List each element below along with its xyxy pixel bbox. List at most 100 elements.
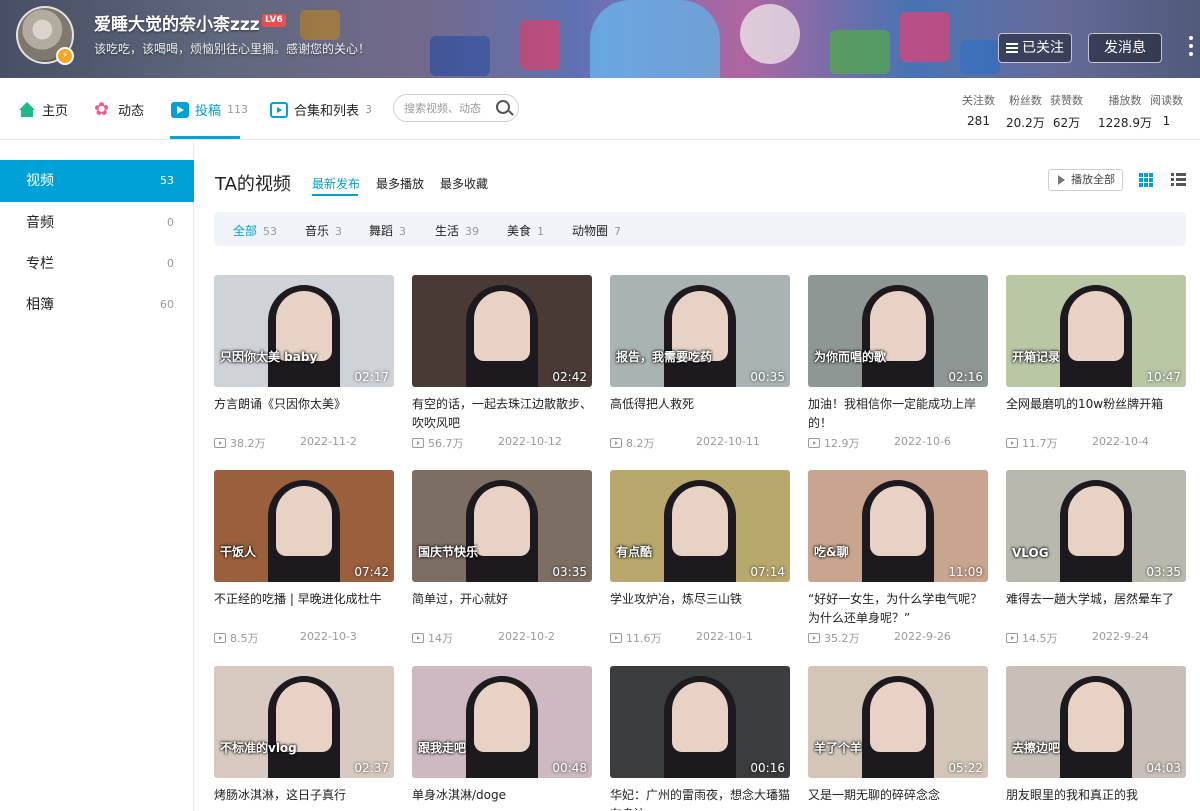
video-duration: 02:37 (354, 761, 389, 775)
video-title[interactable]: 烤肠冰淇淋，这日子真行 (214, 786, 394, 810)
video-upload-icon (171, 101, 189, 118)
video-title[interactable]: “好好一女生，为什么学电气呢？为什么还单身呢？” (808, 590, 988, 628)
tab-dynamic[interactable]: ✿ 动态 (94, 100, 144, 119)
followed-button[interactable]: 已关注 (998, 33, 1072, 63)
video-thumbnail[interactable]: 为你而唱的歌 02:16 (808, 275, 988, 387)
video-thumbnail[interactable]: 国庆节快乐 03:35 (412, 470, 592, 582)
collection-icon (270, 101, 288, 118)
verified-bolt-icon: ⚡ (56, 47, 74, 65)
video-title[interactable]: 又是一期无聊的碎碎念念 (808, 786, 988, 810)
video-title[interactable]: 全网最磨叽的10w粉丝牌开箱 (1006, 395, 1186, 433)
sidebar: 视频 53 音频 0 专栏 0 相簿 60 (0, 142, 194, 811)
play-count: 35.2万 (824, 632, 860, 645)
more-options-icon[interactable] (1188, 36, 1194, 60)
tab-uploads[interactable]: 投稿 113 (171, 100, 248, 119)
video-thumbnail[interactable]: 02:42 (412, 275, 592, 387)
tab-home[interactable]: 主页 (18, 100, 68, 119)
video-title[interactable]: 有空的话，一起去珠江边散散步、吹吹风吧 (412, 395, 592, 433)
play-count-icon (214, 633, 226, 643)
video-thumbnail[interactable]: 有点酷 07:14 (610, 470, 790, 582)
video-thumbnail[interactable]: 吃&聊 11:09 (808, 470, 988, 582)
video-title[interactable]: 单身冰淇淋/doge (412, 786, 592, 810)
video-card[interactable]: 去擦边吧 04:03 朋友眼里的我和真正的我 (1006, 666, 1186, 810)
search-input[interactable] (404, 100, 496, 116)
filter-life[interactable]: 生活 39 (435, 222, 479, 239)
search-icon[interactable] (496, 100, 510, 114)
video-meta: 14万 2022-10-2 (412, 630, 592, 646)
video-thumbnail[interactable]: 跟我走吧 00:48 (412, 666, 592, 778)
sidebar-item-album[interactable]: 相簿 60 (0, 284, 194, 326)
video-title[interactable]: 朋友眼里的我和真正的我 (1006, 786, 1186, 810)
filter-all[interactable]: 全部 53 (233, 222, 277, 239)
username: 爱睡大觉的奈小柰zzz (94, 15, 260, 35)
video-title[interactable]: 华妃：广州的雷雨夜，想念大璠猫在身边 (610, 786, 790, 810)
video-card[interactable]: 有点酷 07:14 学业攻炉冶，炼尽三山铁 11.6万 2022-10-1 (610, 470, 790, 646)
signature: 该吃吃，该喝喝，烦恼别往心里搁。感谢您的关心！ (94, 42, 371, 56)
thumbnail-caption: 报告，我需要吃药 (616, 350, 713, 364)
video-meta: 38.2万 2022-11-2 (214, 435, 394, 451)
video-card[interactable]: 国庆节快乐 03:35 简单过，开心就好 14万 2022-10-2 (412, 470, 592, 646)
video-card[interactable]: 跟我走吧 00:48 单身冰淇淋/doge (412, 666, 592, 810)
send-message-button[interactable]: 发消息 (1088, 33, 1162, 63)
filter-animals[interactable]: 动物圈 7 (572, 222, 621, 239)
video-card[interactable]: VLOG 03:35 难得去一趟大学城，居然晕车了 14.5万 2022-9-24 (1006, 470, 1186, 646)
list-view-icon[interactable] (1171, 173, 1186, 187)
video-thumbnail[interactable]: 只因你太美 baby 02:17 (214, 275, 394, 387)
play-count-icon (610, 633, 622, 643)
filter-music[interactable]: 音乐 3 (305, 222, 342, 239)
thumbnail-caption: 不标准的vlog (220, 741, 297, 755)
video-thumbnail[interactable]: 羊了个羊 05:22 (808, 666, 988, 778)
video-thumbnail[interactable]: 不标准的vlog 02:37 (214, 666, 394, 778)
play-count: 38.2万 (230, 437, 266, 450)
video-thumbnail[interactable]: 开箱记录 10:47 (1006, 275, 1186, 387)
video-thumbnail[interactable]: 干饭人 07:42 (214, 470, 394, 582)
video-card[interactable]: 干饭人 07:42 不正经的吃播 | 早晚进化成杜牛 8.5万 2022-10-3 (214, 470, 394, 646)
video-title[interactable]: 方言朗诵《只因你太美》 (214, 395, 394, 433)
video-title[interactable]: 简单过，开心就好 (412, 590, 592, 628)
video-meta: 14.5万 2022-9-24 (1006, 630, 1186, 646)
filter-dance[interactable]: 舞蹈 3 (369, 222, 406, 239)
sort-most-played[interactable]: 最多播放 (376, 175, 424, 192)
video-card[interactable]: 为你而唱的歌 02:16 加油！我相信你一定能成功上岸的！ 12.9万 2022-10-… (808, 275, 988, 451)
stat-following[interactable]: 关注数 281 (962, 92, 995, 128)
active-sort-indicator (312, 194, 358, 196)
play-all-button[interactable]: 播放全部 (1048, 169, 1123, 191)
search-box[interactable] (393, 94, 519, 122)
video-card[interactable]: 只因你太美 baby 02:17 方言朗诵《只因你太美》 38.2万 2022-11-2 (214, 275, 394, 451)
page-title: TA的视频 (215, 174, 291, 195)
video-duration: 02:42 (552, 370, 587, 384)
video-title[interactable]: 学业攻炉冶，炼尽三山铁 (610, 590, 790, 628)
video-title[interactable]: 高低得把人救死 (610, 395, 790, 433)
video-title[interactable]: 不正经的吃播 | 早晚进化成杜牛 (214, 590, 394, 628)
sidebar-item-audio[interactable]: 音频 0 (0, 202, 194, 244)
video-card[interactable]: 吃&聊 11:09 “好好一女生，为什么学电气呢？为什么还单身呢？” 35.2万 202… (808, 470, 988, 646)
video-thumbnail[interactable]: 报告，我需要吃药 00:35 (610, 275, 790, 387)
stat-fans[interactable]: 粉丝数 20.2万 (1006, 92, 1045, 131)
sidebar-item-column[interactable]: 专栏 0 (0, 243, 194, 285)
video-card[interactable]: 报告，我需要吃药 00:35 高低得把人救死 8.2万 2022-10-11 (610, 275, 790, 451)
home-icon (18, 101, 36, 118)
video-duration: 02:16 (948, 370, 983, 384)
sidebar-item-video[interactable]: 视频 53 (0, 160, 194, 202)
video-duration: 03:35 (1146, 565, 1181, 579)
publish-date: 2022-10-3 (300, 630, 357, 643)
video-card[interactable]: 不标准的vlog 02:37 烤肠冰淇淋，这日子真行 (214, 666, 394, 810)
publish-date: 2022-10-11 (696, 435, 760, 448)
video-thumbnail[interactable]: 去擦边吧 04:03 (1006, 666, 1186, 778)
video-card[interactable]: 00:16 华妃：广州的雷雨夜，想念大璠猫在身边 (610, 666, 790, 810)
video-thumbnail[interactable]: 00:16 (610, 666, 790, 778)
sort-latest[interactable]: 最新发布 (312, 175, 360, 192)
flower-icon: ✿ (94, 98, 110, 120)
video-meta: 8.2万 2022-10-11 (610, 435, 790, 451)
tab-collections[interactable]: 合集和列表 3 (270, 100, 372, 119)
video-card[interactable]: 02:42 有空的话，一起去珠江边散散步、吹吹风吧 56.7万 2022-10-12 (412, 275, 592, 451)
video-title[interactable]: 难得去一趟大学城，居然晕车了 (1006, 590, 1186, 628)
publish-date: 2022-10-1 (696, 630, 753, 643)
grid-view-icon[interactable] (1139, 173, 1153, 187)
video-title[interactable]: 加油！我相信你一定能成功上岸的！ (808, 395, 988, 433)
video-card[interactable]: 羊了个羊 05:22 又是一期无聊的碎碎念念 (808, 666, 988, 810)
sort-most-favorited[interactable]: 最多收藏 (440, 175, 488, 192)
video-card[interactable]: 开箱记录 10:47 全网最磨叽的10w粉丝牌开箱 11.7万 2022-10-4 (1006, 275, 1186, 451)
filter-food[interactable]: 美食 1 (507, 222, 544, 239)
video-thumbnail[interactable]: VLOG 03:35 (1006, 470, 1186, 582)
